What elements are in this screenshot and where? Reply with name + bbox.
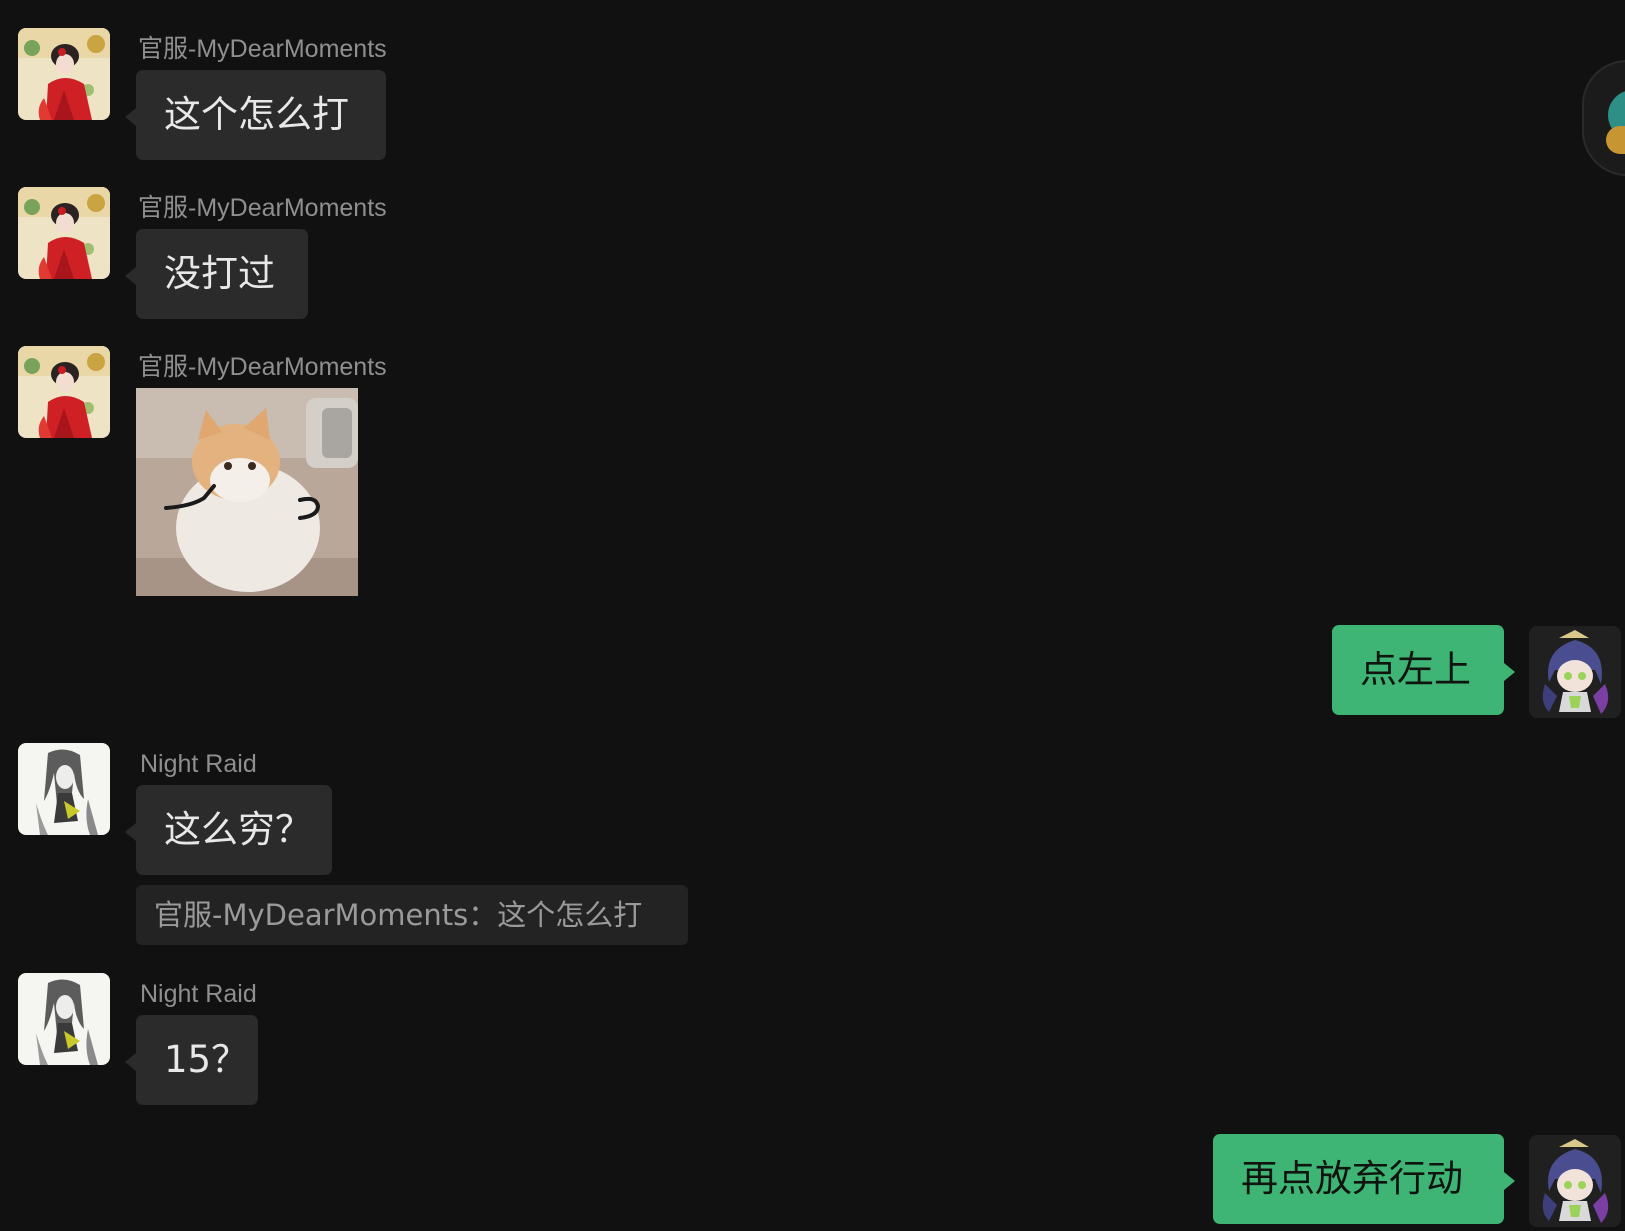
message-bubble[interactable]: 这么穷？: [125, 785, 332, 875]
self-avatar[interactable]: [1529, 1135, 1621, 1227]
purple-chibi-avatar-icon: [1529, 626, 1621, 718]
quoted-message[interactable]: 官服-MyDearMoments：这个怎么打: [136, 885, 688, 945]
sender-name: Night Raid: [140, 980, 257, 1008]
cat-sticker-image[interactable]: [136, 388, 358, 596]
sender-name: 官服-MyDearMoments: [138, 35, 387, 63]
sender-avatar[interactable]: [18, 973, 110, 1065]
red-dress-anime-avatar-icon: [18, 346, 110, 438]
sender-name: 官服-MyDearMoments: [138, 194, 387, 222]
sender-name: 官服-MyDearMoments: [138, 353, 387, 381]
message-bubble[interactable]: 这个怎么打: [125, 70, 386, 160]
sender-avatar[interactable]: [18, 28, 110, 120]
sender-avatar[interactable]: [18, 346, 110, 438]
sketch-anime-avatar-icon: [18, 743, 110, 835]
sender-avatar[interactable]: [18, 743, 110, 835]
message-bubble[interactable]: 点左上: [1332, 625, 1515, 715]
message-bubble[interactable]: 没打过: [125, 229, 308, 319]
cat-sticker-icon: [136, 388, 358, 596]
red-dress-anime-avatar-icon: [18, 28, 110, 120]
sender-avatar[interactable]: [18, 187, 110, 279]
sender-name: Night Raid: [140, 750, 257, 778]
message-bubble[interactable]: 再点放弃行动: [1213, 1134, 1515, 1224]
purple-chibi-avatar-icon: [1529, 1135, 1621, 1227]
sketch-anime-avatar-icon: [18, 973, 110, 1065]
message-bubble[interactable]: 15？: [125, 1015, 258, 1105]
self-avatar[interactable]: [1529, 626, 1621, 718]
floating-ball-amber-segment: [1606, 126, 1625, 154]
floating-ball-icon[interactable]: [1582, 60, 1625, 176]
red-dress-anime-avatar-icon: [18, 187, 110, 279]
